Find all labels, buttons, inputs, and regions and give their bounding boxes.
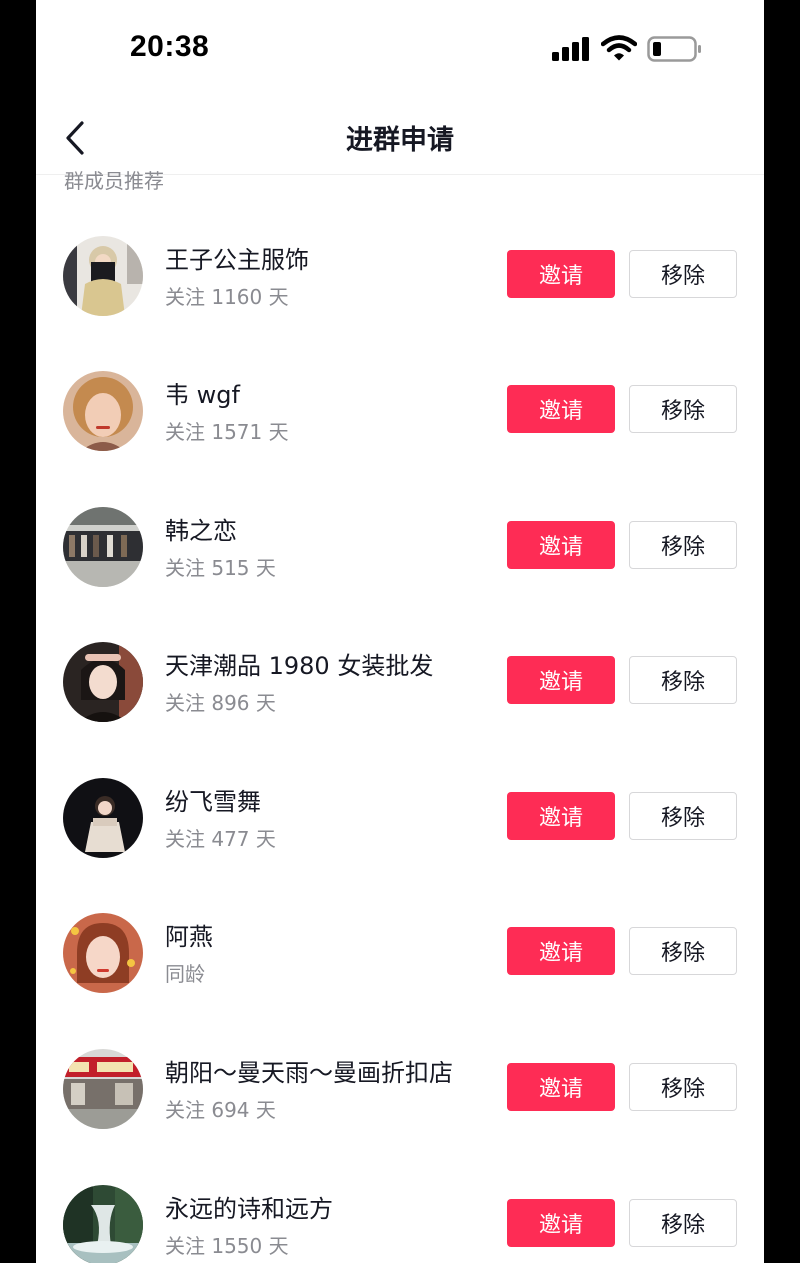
nav-bar: 进群申请: [36, 100, 764, 175]
member-name[interactable]: 天津潮品 1980 女装批发: [165, 646, 433, 681]
list-item: 阿燕 同龄 邀请 移除: [36, 913, 764, 1048]
remove-button[interactable]: 移除: [629, 385, 737, 433]
avatar-image: [63, 371, 143, 451]
list-item: 王子公主服饰 关注 1160 天 邀请 移除: [36, 236, 764, 371]
section-label: 群成员推荐: [64, 169, 164, 193]
member-follow-info: 同龄: [165, 962, 205, 986]
avatar-image: [63, 1185, 143, 1263]
remove-button[interactable]: 移除: [629, 656, 737, 704]
member-follow-info: 关注 694 天: [165, 1098, 276, 1122]
member-follow-info: 关注 1571 天: [165, 420, 289, 444]
member-name[interactable]: 韩之恋: [165, 511, 237, 546]
remove-button[interactable]: 移除: [629, 927, 737, 975]
remove-button[interactable]: 移除: [629, 1199, 737, 1247]
invite-button[interactable]: 邀请: [507, 250, 615, 298]
remove-button[interactable]: 移除: [629, 250, 737, 298]
member-follow-info: 关注 896 天: [165, 691, 276, 715]
list-item: 永远的诗和远方 关注 1550 天 邀请 移除: [36, 1185, 764, 1263]
avatar-image: [63, 1049, 143, 1129]
member-name[interactable]: 韦 wgf: [165, 375, 240, 410]
invite-button[interactable]: 邀请: [507, 656, 615, 704]
invite-button[interactable]: 邀请: [507, 1063, 615, 1111]
invite-button[interactable]: 邀请: [507, 1199, 615, 1247]
avatar[interactable]: [63, 642, 143, 722]
remove-button[interactable]: 移除: [629, 792, 737, 840]
avatar-image: [63, 642, 143, 722]
list-item: 天津潮品 1980 女装批发 关注 896 天 邀请 移除: [36, 642, 764, 777]
member-name[interactable]: 朝阳～曼天雨～曼画折扣店: [165, 1053, 453, 1088]
list-item: 韩之恋 关注 515 天 邀请 移除: [36, 507, 764, 642]
avatar-image: [63, 507, 143, 587]
member-follow-info: 关注 477 天: [165, 827, 276, 851]
remove-button[interactable]: 移除: [629, 521, 737, 569]
member-name[interactable]: 纷飞雪舞: [165, 782, 261, 817]
avatar[interactable]: [63, 1185, 143, 1263]
status-bar: 20:38: [36, 0, 764, 100]
invite-button[interactable]: 邀请: [507, 792, 615, 840]
member-name[interactable]: 阿燕: [165, 917, 213, 952]
avatar[interactable]: [63, 371, 143, 451]
invite-button[interactable]: 邀请: [507, 385, 615, 433]
wifi-icon: [601, 35, 637, 61]
page-title: 进群申请: [346, 125, 454, 156]
avatar[interactable]: [63, 778, 143, 858]
phone-screen: 20:38 进群申请 群成员推荐 王子公主服饰 关注 1160 天 邀请 移除 …: [36, 0, 764, 1263]
status-time: 20:38: [130, 30, 210, 63]
battery-icon: [647, 36, 701, 62]
invite-button[interactable]: 邀请: [507, 927, 615, 975]
avatar[interactable]: [63, 236, 143, 316]
cellular-signal-icon: [552, 37, 589, 61]
avatar-image: [63, 913, 143, 993]
member-follow-info: 关注 1160 天: [165, 285, 289, 309]
list-item: 韦 wgf 关注 1571 天 邀请 移除: [36, 371, 764, 506]
avatar-image: [63, 236, 143, 316]
avatar[interactable]: [63, 1049, 143, 1129]
member-name[interactable]: 永远的诗和远方: [165, 1189, 333, 1224]
list-item: 朝阳～曼天雨～曼画折扣店 关注 694 天 邀请 移除: [36, 1049, 764, 1184]
member-name[interactable]: 王子公主服饰: [165, 240, 309, 275]
avatar-image: [63, 778, 143, 858]
member-follow-info: 关注 515 天: [165, 556, 276, 580]
avatar[interactable]: [63, 913, 143, 993]
remove-button[interactable]: 移除: [629, 1063, 737, 1111]
avatar[interactable]: [63, 507, 143, 587]
invite-button[interactable]: 邀请: [507, 521, 615, 569]
list-item: 纷飞雪舞 关注 477 天 邀请 移除: [36, 778, 764, 913]
member-follow-info: 关注 1550 天: [165, 1234, 289, 1258]
